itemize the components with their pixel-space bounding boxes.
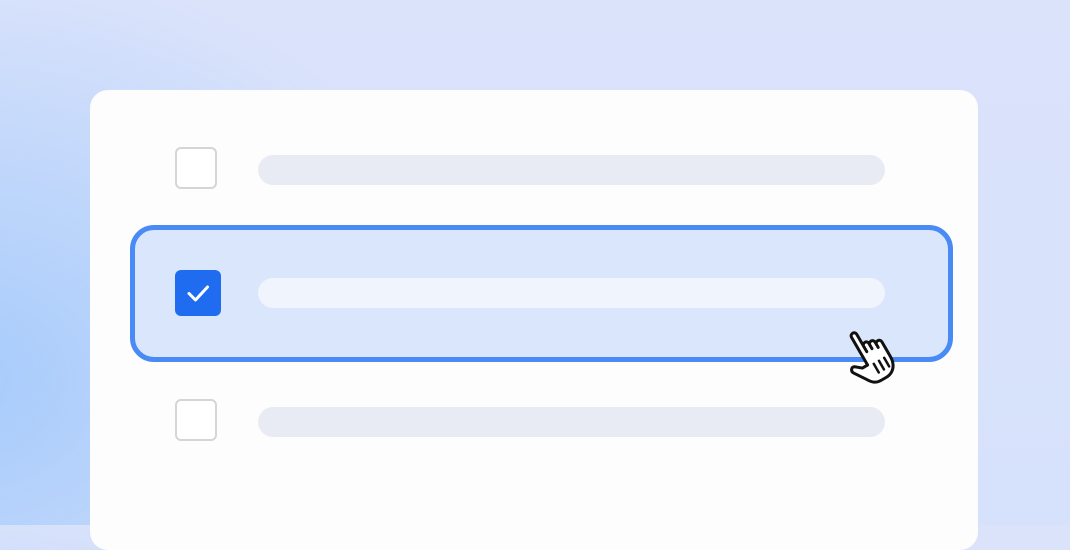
- list-item-2-text-placeholder: [258, 278, 885, 308]
- hand-pointer-cursor-icon: [849, 331, 895, 384]
- check-icon: [187, 285, 209, 302]
- list-item-1-checkbox[interactable]: [175, 147, 217, 189]
- list-item-2-selected[interactable]: [130, 225, 953, 362]
- list-item-1-text-placeholder: [258, 155, 885, 185]
- list-item-2-checkbox-checked[interactable]: [175, 270, 221, 316]
- list-item-3-checkbox[interactable]: [175, 399, 217, 441]
- list-item-1[interactable]: [130, 92, 953, 228]
- list-item-3-text-placeholder: [258, 407, 885, 437]
- list-item-3[interactable]: [130, 344, 953, 480]
